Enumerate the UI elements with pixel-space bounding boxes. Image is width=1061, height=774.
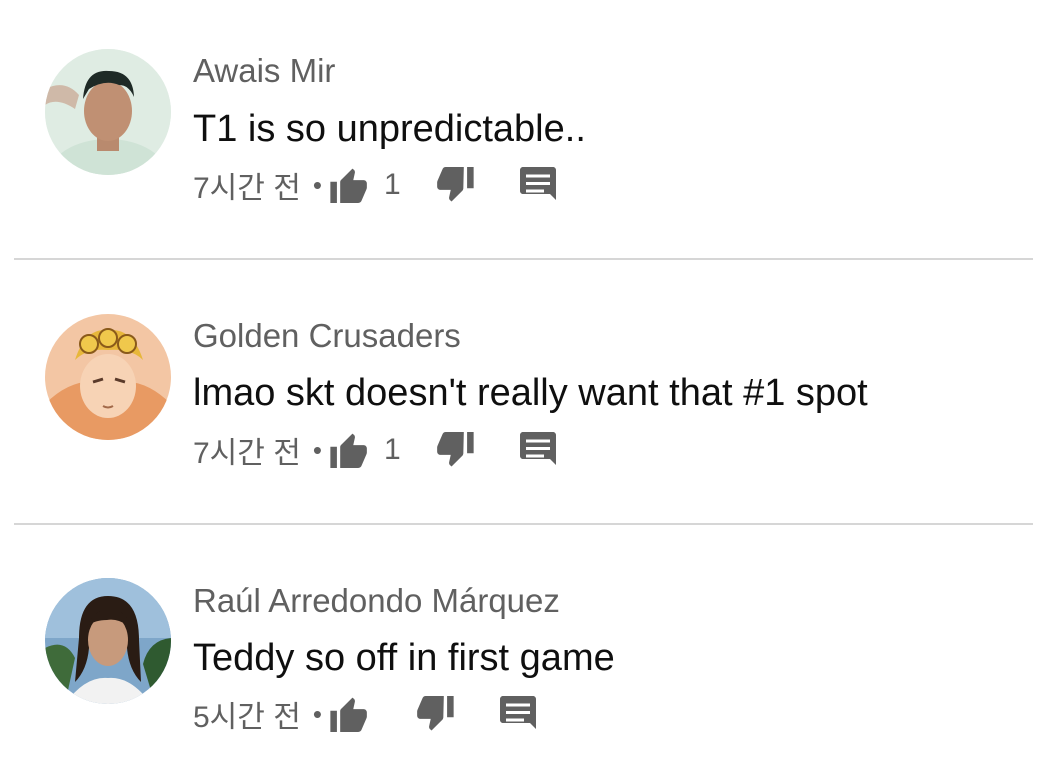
comment-actions: 7시간 전 • 1 (193, 428, 556, 472)
avatar[interactable] (45, 578, 171, 704)
thumbs-up-icon[interactable] (330, 432, 370, 468)
thumbs-down-icon[interactable] (434, 167, 474, 203)
comments-list: Awais Mir T1 is so unpredictable.. 7시간 전… (0, 0, 1061, 774)
comment-timestamp: 7시간 전 (193, 172, 301, 205)
comment-timestamp: 5시간 전 (193, 701, 301, 734)
separator-dot: • (312, 698, 322, 729)
avatar[interactable] (45, 314, 171, 440)
separator-dot: • (312, 169, 322, 200)
avatar[interactable] (45, 49, 171, 175)
comment-author[interactable]: Golden Crusaders (193, 316, 461, 356)
thumbs-down-icon[interactable] (414, 696, 454, 732)
like-count: 1 (383, 168, 401, 201)
thumbs-up-icon[interactable] (330, 167, 370, 203)
comment-author[interactable]: Awais Mir (193, 51, 335, 91)
thumbs-up-icon[interactable] (330, 696, 370, 732)
thumbs-down-icon[interactable] (434, 432, 474, 468)
reply-comment-icon[interactable] (519, 167, 556, 203)
separator-dot: • (312, 434, 322, 465)
comment-timestamp: 7시간 전 (193, 437, 301, 470)
comment-actions: 5시간 전 • (193, 692, 536, 736)
divider (14, 523, 1033, 525)
reply-comment-icon[interactable] (519, 432, 556, 468)
comment-item: Golden Crusaders lmao skt doesn't really… (0, 265, 1061, 525)
comment-item: Awais Mir T1 is so unpredictable.. 7시간 전… (0, 0, 1061, 260)
comment-text: T1 is so unpredictable.. (193, 108, 586, 150)
reply-comment-icon[interactable] (499, 696, 536, 732)
like-count: 1 (383, 433, 401, 466)
comment-text: lmao skt doesn't really want that #1 spo… (193, 372, 868, 414)
divider (14, 258, 1033, 260)
comment-item: Raúl Arredondo Márquez Teddy so off in f… (0, 530, 1061, 774)
comment-author[interactable]: Raúl Arredondo Márquez (193, 581, 560, 621)
comment-actions: 7시간 전 • 1 (193, 163, 556, 207)
comment-text: Teddy so off in first game (193, 637, 615, 679)
